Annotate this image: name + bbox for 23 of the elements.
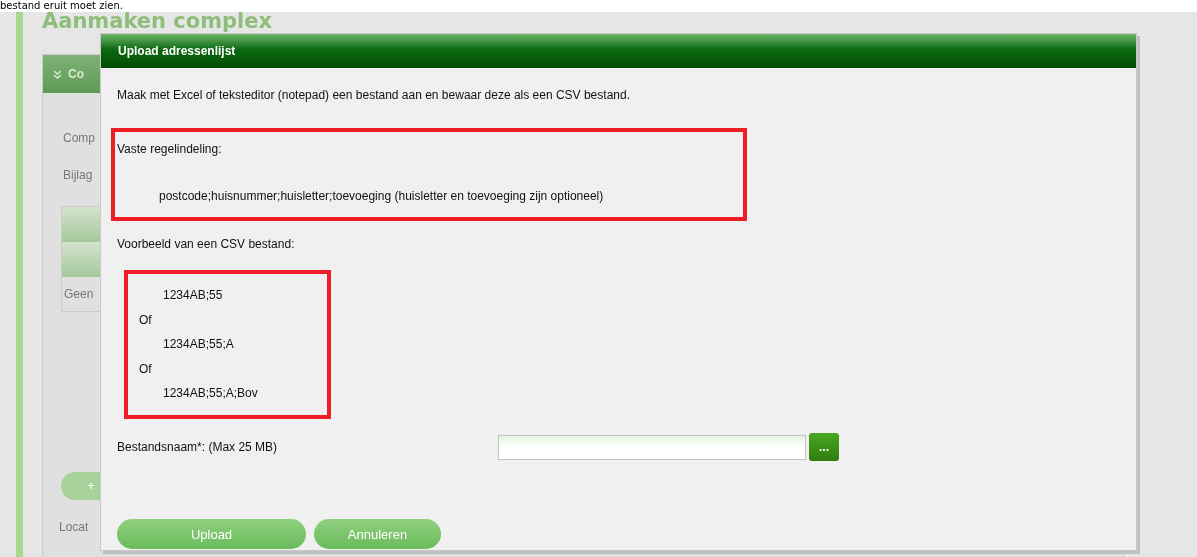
chevron-icon (53, 69, 62, 79)
panel-title: Co (68, 67, 84, 81)
file-input[interactable] (498, 434, 806, 460)
separator-text: Of (139, 312, 152, 327)
upload-button[interactable]: Upload (117, 519, 306, 549)
page-caption: bestand eruit moet zien. (0, 0, 123, 12)
field-label: Locat (59, 520, 90, 534)
cancel-button[interactable]: Annuleren (314, 519, 441, 549)
example-label: Voorbeeld van een CSV bestand: (117, 237, 296, 251)
separator-text: Of (139, 361, 152, 376)
field-label: Bijlag (63, 166, 93, 184)
example-line: 1234AB;55 (163, 288, 223, 302)
browse-button[interactable]: ... (809, 433, 839, 461)
format-pattern: postcode;huisnummer;huisletter;toevoeging (huisletter en toevoeging zijn optioneel) (159, 189, 605, 203)
empty-text: Geen (63, 286, 95, 303)
file-label: Bestandsnaam*: (Max 25 MB) (117, 440, 279, 454)
dialog-title: Upload adressenlijst (101, 34, 1136, 68)
page-title: Aanmaken complex (42, 12, 273, 30)
intro-text: Maak met Excel of teksteditor (notepad) een bestand aan en bewaar deze als een CSV bestand. (117, 88, 631, 102)
example-line: 1234AB;55;A (163, 337, 234, 351)
example-line: 1234AB;55;A;Bov (163, 386, 258, 400)
format-label: Vaste regelindeling: (117, 142, 223, 156)
field-label: Comp (63, 129, 95, 147)
